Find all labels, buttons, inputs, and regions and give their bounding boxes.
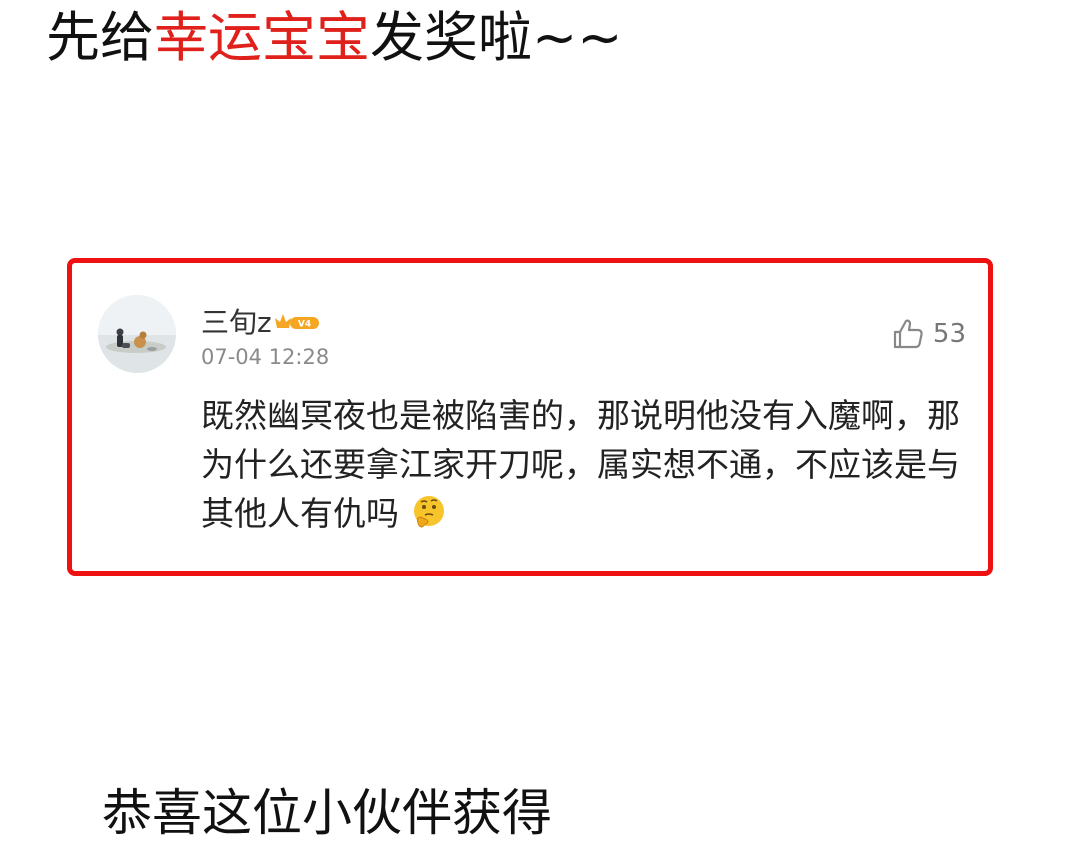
headline-highlight: 幸运宝宝 bbox=[154, 6, 370, 69]
vip-crown-badge-icon: V4 bbox=[274, 311, 320, 333]
comment-body: 既然幽冥夜也是被陷害的，那说明他没有入魔啊，那为什么还要拿江家开刀呢，属实想不通… bbox=[201, 391, 961, 538]
comment-text: 既然幽冥夜也是被陷害的，那说明他没有入魔啊，那为什么还要拿江家开刀呢，属实想不通… bbox=[201, 396, 960, 533]
like-button[interactable]: 53 bbox=[891, 317, 966, 351]
congrats-text: 恭喜这位小伙伴获得 bbox=[102, 784, 552, 842]
like-count: 53 bbox=[932, 319, 966, 349]
thumbs-up-icon bbox=[893, 319, 923, 349]
comment-highlight-frame: 三旬z V4 07-04 12:28 53 既然幽冥夜也是被陷害的，那说明他没有… bbox=[67, 258, 993, 576]
headline-part1: 先给 bbox=[46, 6, 154, 69]
user-avatar[interactable] bbox=[98, 295, 176, 373]
headline: 先给幸运宝宝发奖啦~~ bbox=[46, 2, 623, 74]
username-row: 三旬z V4 bbox=[201, 301, 320, 341]
vip-badge-text: V4 bbox=[298, 320, 311, 330]
comment-timestamp: 07-04 12:28 bbox=[201, 345, 330, 369]
username[interactable]: 三旬z bbox=[201, 301, 272, 341]
headline-part2: 发奖啦~~ bbox=[370, 6, 623, 69]
thinking-face-emoji-icon bbox=[413, 496, 444, 528]
avatar-photo-icon bbox=[98, 295, 176, 373]
